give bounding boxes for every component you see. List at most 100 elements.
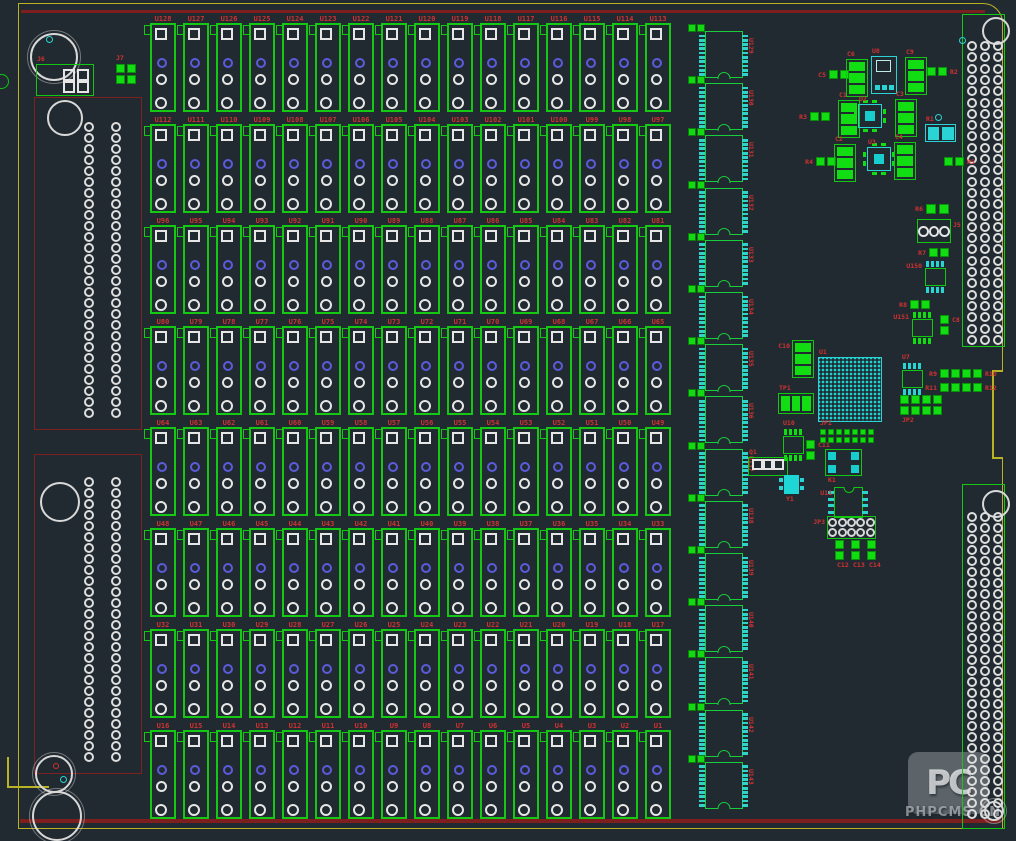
pad-white[interactable] (650, 400, 662, 412)
header-pin[interactable] (127, 75, 136, 84)
pad-blue[interactable] (355, 462, 365, 472)
pad-white[interactable] (221, 299, 233, 311)
pad-square-pin1[interactable] (485, 432, 497, 444)
through-hole-pad[interactable] (967, 301, 977, 311)
relay-socket[interactable]: U39 (447, 528, 473, 617)
pad-square-pin1[interactable] (254, 230, 266, 242)
pad-blue[interactable] (619, 159, 629, 169)
through-hole-pad[interactable] (111, 565, 121, 575)
pad-square-pin1[interactable] (419, 129, 431, 141)
through-hole-pad[interactable] (84, 386, 94, 396)
through-hole-pad[interactable] (84, 653, 94, 663)
pad-square-pin1[interactable] (452, 634, 464, 646)
pad-white[interactable] (155, 97, 167, 109)
relay-socket[interactable]: U20 (546, 629, 572, 718)
pad-square-pin1[interactable] (485, 634, 497, 646)
through-hole-pad[interactable] (967, 267, 977, 277)
through-hole-pad[interactable] (993, 589, 1003, 599)
dip-ic[interactable]: U140 (705, 605, 743, 652)
pad-white[interactable] (189, 276, 200, 287)
header-pin[interactable] (116, 64, 125, 73)
pad-square-pin1[interactable] (650, 533, 662, 545)
header-pin[interactable] (866, 528, 875, 537)
pad-white[interactable] (420, 478, 431, 489)
pad-white[interactable] (552, 680, 563, 691)
pad-blue[interactable] (520, 563, 530, 573)
through-hole-pad[interactable] (84, 477, 94, 487)
header-pin[interactable] (828, 528, 837, 537)
relay-socket[interactable]: U31 (183, 629, 209, 718)
pad-square-pin1[interactable] (188, 129, 200, 141)
pad-blue[interactable] (388, 361, 398, 371)
through-hole-pad[interactable] (993, 52, 1003, 62)
pad-blue[interactable] (421, 664, 431, 674)
header-pin[interactable] (828, 429, 834, 435)
pad-white[interactable] (155, 299, 167, 311)
through-hole-pad[interactable] (111, 730, 121, 740)
relay-socket[interactable]: U36 (546, 528, 572, 617)
through-hole-pad[interactable] (967, 233, 977, 243)
header-pin[interactable] (860, 429, 866, 435)
pad-white[interactable] (420, 175, 431, 186)
pad-white[interactable] (551, 400, 563, 412)
pad-white[interactable] (156, 276, 167, 287)
relay-socket[interactable]: U80 (150, 326, 176, 415)
pad-white[interactable] (617, 501, 629, 513)
pad-white[interactable] (354, 175, 365, 186)
through-hole-pad[interactable] (111, 265, 121, 275)
pad-blue[interactable] (355, 765, 365, 775)
relay-socket[interactable]: U122 (348, 23, 374, 112)
pad-blue[interactable] (322, 462, 332, 472)
pad-square-pin1[interactable] (617, 331, 629, 343)
relay-socket[interactable]: U61 (249, 427, 275, 516)
through-hole-pad[interactable] (967, 567, 977, 577)
pad-blue[interactable] (487, 361, 497, 371)
through-hole-pad[interactable] (967, 312, 977, 322)
pad-square-pin1[interactable] (320, 230, 332, 242)
pad-white[interactable] (254, 198, 266, 210)
through-hole-pad[interactable] (967, 64, 977, 74)
pad-white[interactable] (254, 501, 266, 513)
bypass-cap[interactable] (688, 755, 705, 763)
pad-blue[interactable] (421, 765, 431, 775)
pad-blue[interactable] (421, 260, 431, 270)
through-hole-pad[interactable] (111, 221, 121, 231)
pad-square-pin1[interactable] (650, 634, 662, 646)
pad-white[interactable] (386, 804, 398, 816)
pad-white[interactable] (585, 276, 596, 287)
pad-white[interactable] (188, 501, 200, 513)
smd-passive[interactable]: R3 (810, 112, 830, 121)
pad-white[interactable] (618, 74, 629, 85)
pad-blue[interactable] (586, 563, 596, 573)
relay-socket[interactable]: U99 (579, 124, 605, 213)
through-hole-pad[interactable] (980, 567, 990, 577)
pad-square-pin1[interactable] (551, 331, 563, 343)
through-hole-pad[interactable] (84, 375, 94, 385)
pad-blue[interactable] (190, 58, 200, 68)
pad-white[interactable] (222, 680, 233, 691)
pad-white[interactable] (321, 175, 332, 186)
relay-socket[interactable]: U22 (480, 629, 506, 718)
pad-white[interactable] (387, 680, 398, 691)
through-hole-pad[interactable] (993, 611, 1003, 621)
through-hole-pad[interactable] (111, 488, 121, 498)
through-hole-pad[interactable] (84, 232, 94, 242)
through-hole-pad[interactable] (84, 177, 94, 187)
relay-socket[interactable]: U121 (381, 23, 407, 112)
through-hole-pad[interactable] (967, 278, 977, 288)
pad-white[interactable] (618, 478, 629, 489)
bypass-cap[interactable] (688, 650, 705, 658)
pad-white[interactable] (552, 377, 563, 388)
through-hole-pad[interactable] (84, 309, 94, 319)
pad-white[interactable] (320, 400, 332, 412)
pad-white[interactable] (651, 377, 662, 388)
pad-blue[interactable] (388, 159, 398, 169)
through-hole-pad[interactable] (111, 320, 121, 330)
pad[interactable] (752, 459, 763, 470)
pad-white[interactable] (254, 703, 266, 715)
pad-white[interactable] (551, 299, 563, 311)
relay-socket[interactable]: U86 (480, 225, 506, 314)
header-pin[interactable] (852, 429, 858, 435)
pad-white[interactable] (618, 579, 629, 590)
through-hole-pad[interactable] (111, 309, 121, 319)
